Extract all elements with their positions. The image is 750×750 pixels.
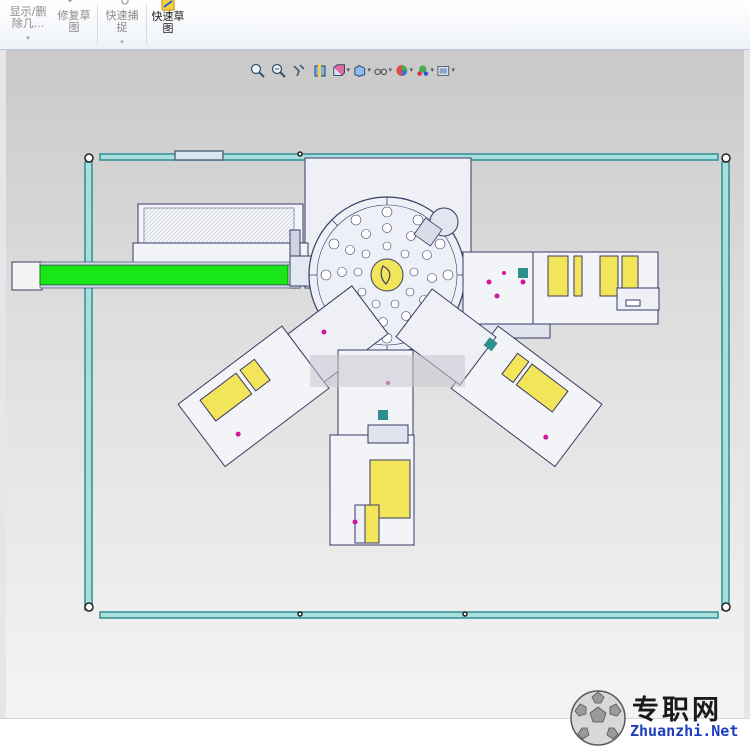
ribbon-separator bbox=[97, 4, 98, 44]
right-station-arm bbox=[462, 251, 660, 339]
repair-sketch-label: 修复草 图 bbox=[57, 9, 91, 34]
repair-sketch-button[interactable]: 修复草 图 bbox=[54, 0, 94, 50]
rapid-sketch-button[interactable]: 快速草 图 bbox=[148, 0, 188, 50]
command-ribbon: 显示/删 除几... ▾ 修复草 图 快速捕 捉 ▾ 快速草 图 bbox=[0, 0, 750, 50]
rapid-sketch-label: 快速草 图 bbox=[151, 10, 185, 35]
graphics-viewport[interactable] bbox=[0, 50, 750, 718]
watermark-logo: 专职网 Zhuanzhi.Net bbox=[568, 686, 750, 750]
chevron-down-icon[interactable]: ▾ bbox=[26, 32, 30, 44]
brand-domain: Zhuanzhi.Net bbox=[630, 722, 739, 740]
ribbon-separator bbox=[146, 4, 147, 44]
soccer-ball-icon bbox=[570, 690, 626, 746]
show-hide-geometry-button[interactable]: 显示/删 除几... ▾ bbox=[6, 0, 50, 50]
chevron-down-icon[interactable]: ▾ bbox=[120, 36, 124, 48]
quick-snap-button[interactable]: 快速捕 捉 ▾ bbox=[100, 0, 144, 50]
obscured-region bbox=[310, 355, 465, 387]
cad-assembly-drawing[interactable] bbox=[6, 50, 744, 718]
quick-snap-label: 快速捕 捉 bbox=[105, 9, 139, 34]
show-hide-geometry-label: 显示/删 除几... bbox=[9, 5, 47, 30]
